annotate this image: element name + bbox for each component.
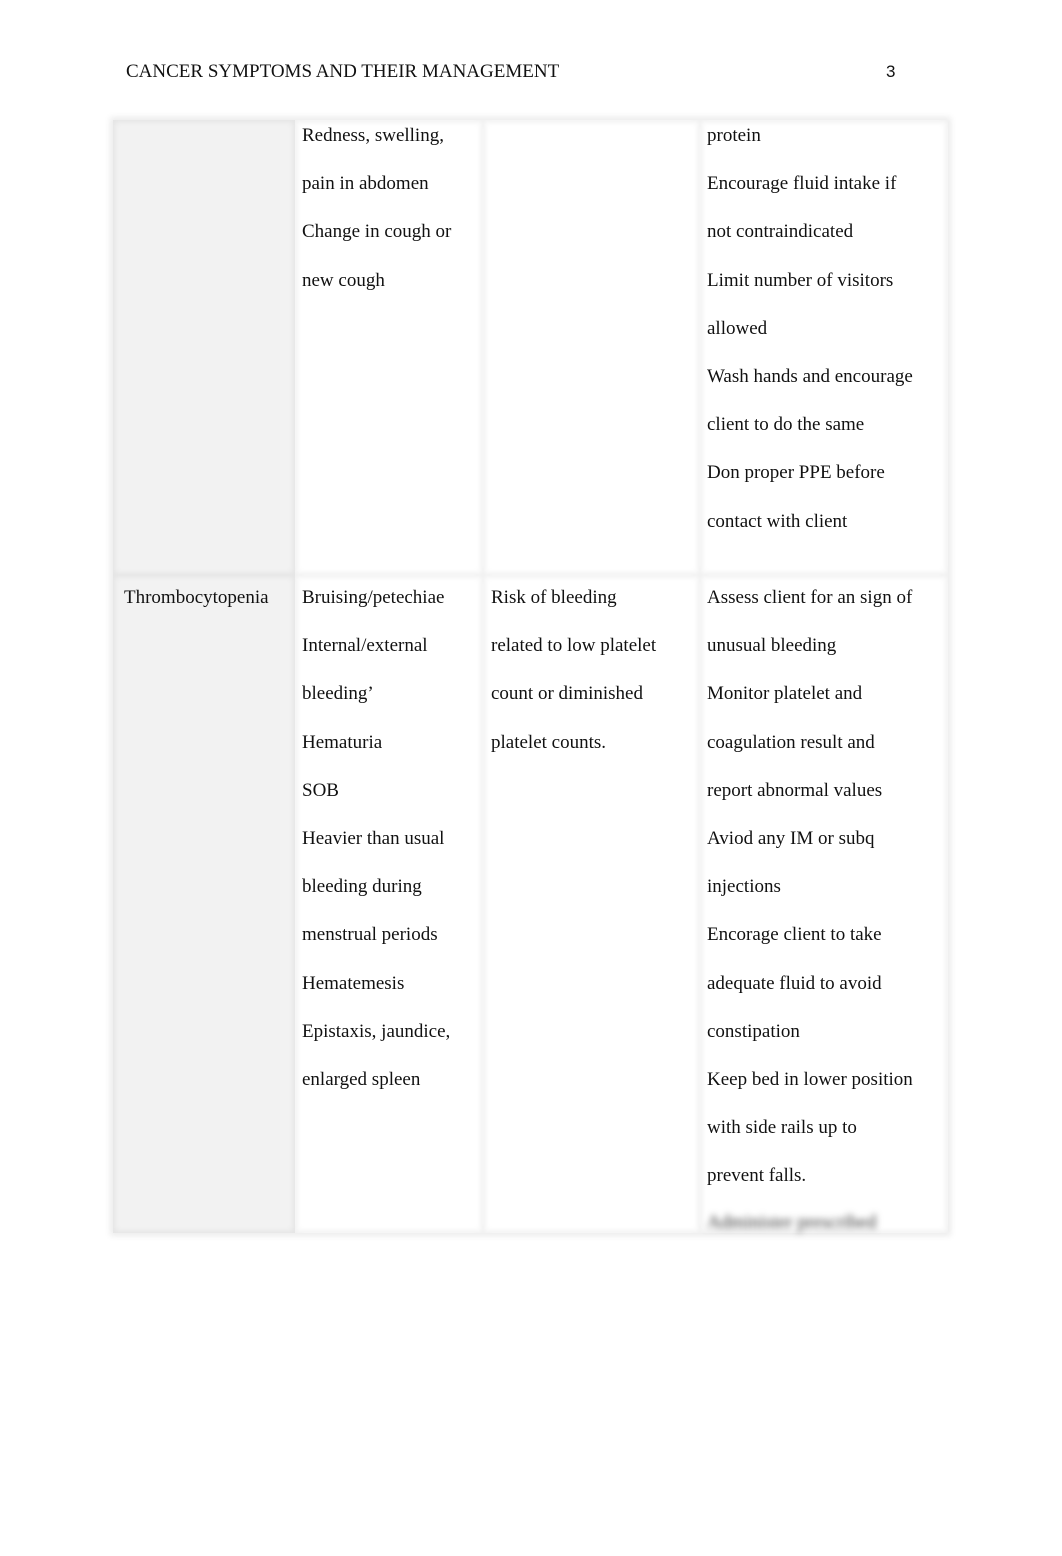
- cell-text-line: Encourage fluid intake if: [707, 173, 897, 195]
- cell-text-line: injections: [707, 876, 781, 898]
- cell-text-line: SOB: [302, 779, 339, 801]
- signs-symptoms-cell: Bruising/petechiae Internal/external bleed…: [295, 575, 483, 1233]
- cell-text-line: client to do the same: [707, 414, 865, 436]
- cell-text-line: not contraindicated: [707, 221, 854, 243]
- cell-text-line: Heavier than usual: [302, 827, 445, 849]
- cell-text-line: Don proper PPE before: [707, 462, 885, 484]
- cell-text-line: coagulation result and: [707, 731, 875, 753]
- cell-text-line: Monitor platelet and: [707, 683, 863, 705]
- cell-text-line: prevent falls.: [707, 1165, 807, 1187]
- cell-text-line: Wash hands and encourage: [707, 365, 913, 387]
- cell-text-line: Redness, swelling,: [302, 125, 444, 146]
- cell-text-line: constipation: [707, 1020, 800, 1042]
- cell-text-line: adequate fluid to avoid: [707, 972, 882, 994]
- cell-text-line: enlarged spleen: [302, 1068, 421, 1090]
- cell-text-line: Hematuria: [302, 731, 383, 753]
- cell-text-line: menstrual periods: [302, 924, 438, 946]
- cell-text-line: Limit number of visitors: [707, 269, 894, 291]
- cell-text-line: Hematemesis: [302, 972, 405, 994]
- running-head: CANCER SYMPTOMS AND THEIR MANAGEMENT: [126, 61, 560, 82]
- cell-text-line: contact with client: [707, 510, 848, 532]
- cell-text-line: Epistaxis, jaundice,: [302, 1020, 451, 1042]
- interventions-cell: protein Encourage fluid intake if not cont…: [700, 120, 948, 575]
- cell-text-line: Thrombocytopenia: [124, 587, 269, 608]
- nursing-diagnosis-cell: [483, 120, 700, 575]
- cell-text-line: with side rails up to: [707, 1117, 857, 1139]
- cell-text-line: pain in abdomen: [302, 173, 429, 195]
- cell-text-line: Assess client for an sign of: [707, 587, 913, 608]
- interventions-cell: Assess client for an sign of unusual blee…: [700, 575, 948, 1233]
- cell-text-line: report abnormal values: [707, 779, 883, 801]
- cell-text-line: platelet counts.: [491, 731, 607, 753]
- cell-text-line: Keep bed in lower position: [707, 1068, 913, 1090]
- cell-text-line: related to low platelet: [491, 635, 657, 657]
- cell-text-line: bleeding during: [302, 876, 422, 898]
- cell-text-line: Risk of bleeding: [491, 587, 617, 608]
- page-number: 3: [886, 62, 896, 81]
- obscured-text: Administer prescribed: [707, 1212, 877, 1234]
- cell-text-line: Change in cough or: [302, 221, 452, 243]
- cell-text-line: Encorage client to take: [707, 924, 882, 946]
- cell-text-line: protein: [707, 125, 761, 146]
- cell-text-line: Internal/external: [302, 635, 428, 657]
- condition-cell: [113, 120, 295, 575]
- cell-text-line: count or diminished: [491, 683, 643, 705]
- cell-text-line: Aviod any IM or subq: [707, 827, 875, 849]
- cell-text-line: bleeding’: [302, 683, 374, 705]
- care-plan-table: Redness, swelling, pain in abdomen Change …: [113, 120, 948, 1233]
- cell-text-line: new cough: [302, 269, 385, 291]
- cell-text-line: allowed: [707, 317, 768, 339]
- signs-symptoms-cell: Redness, swelling, pain in abdomen Change …: [295, 120, 483, 575]
- cell-text-line: Bruising/petechiae: [302, 587, 445, 608]
- nursing-diagnosis-cell: Risk of bleeding related to low platelet c…: [483, 575, 700, 1233]
- cell-text-line: unusual bleeding: [707, 635, 837, 657]
- condition-cell: Thrombocytopenia: [113, 575, 295, 1233]
